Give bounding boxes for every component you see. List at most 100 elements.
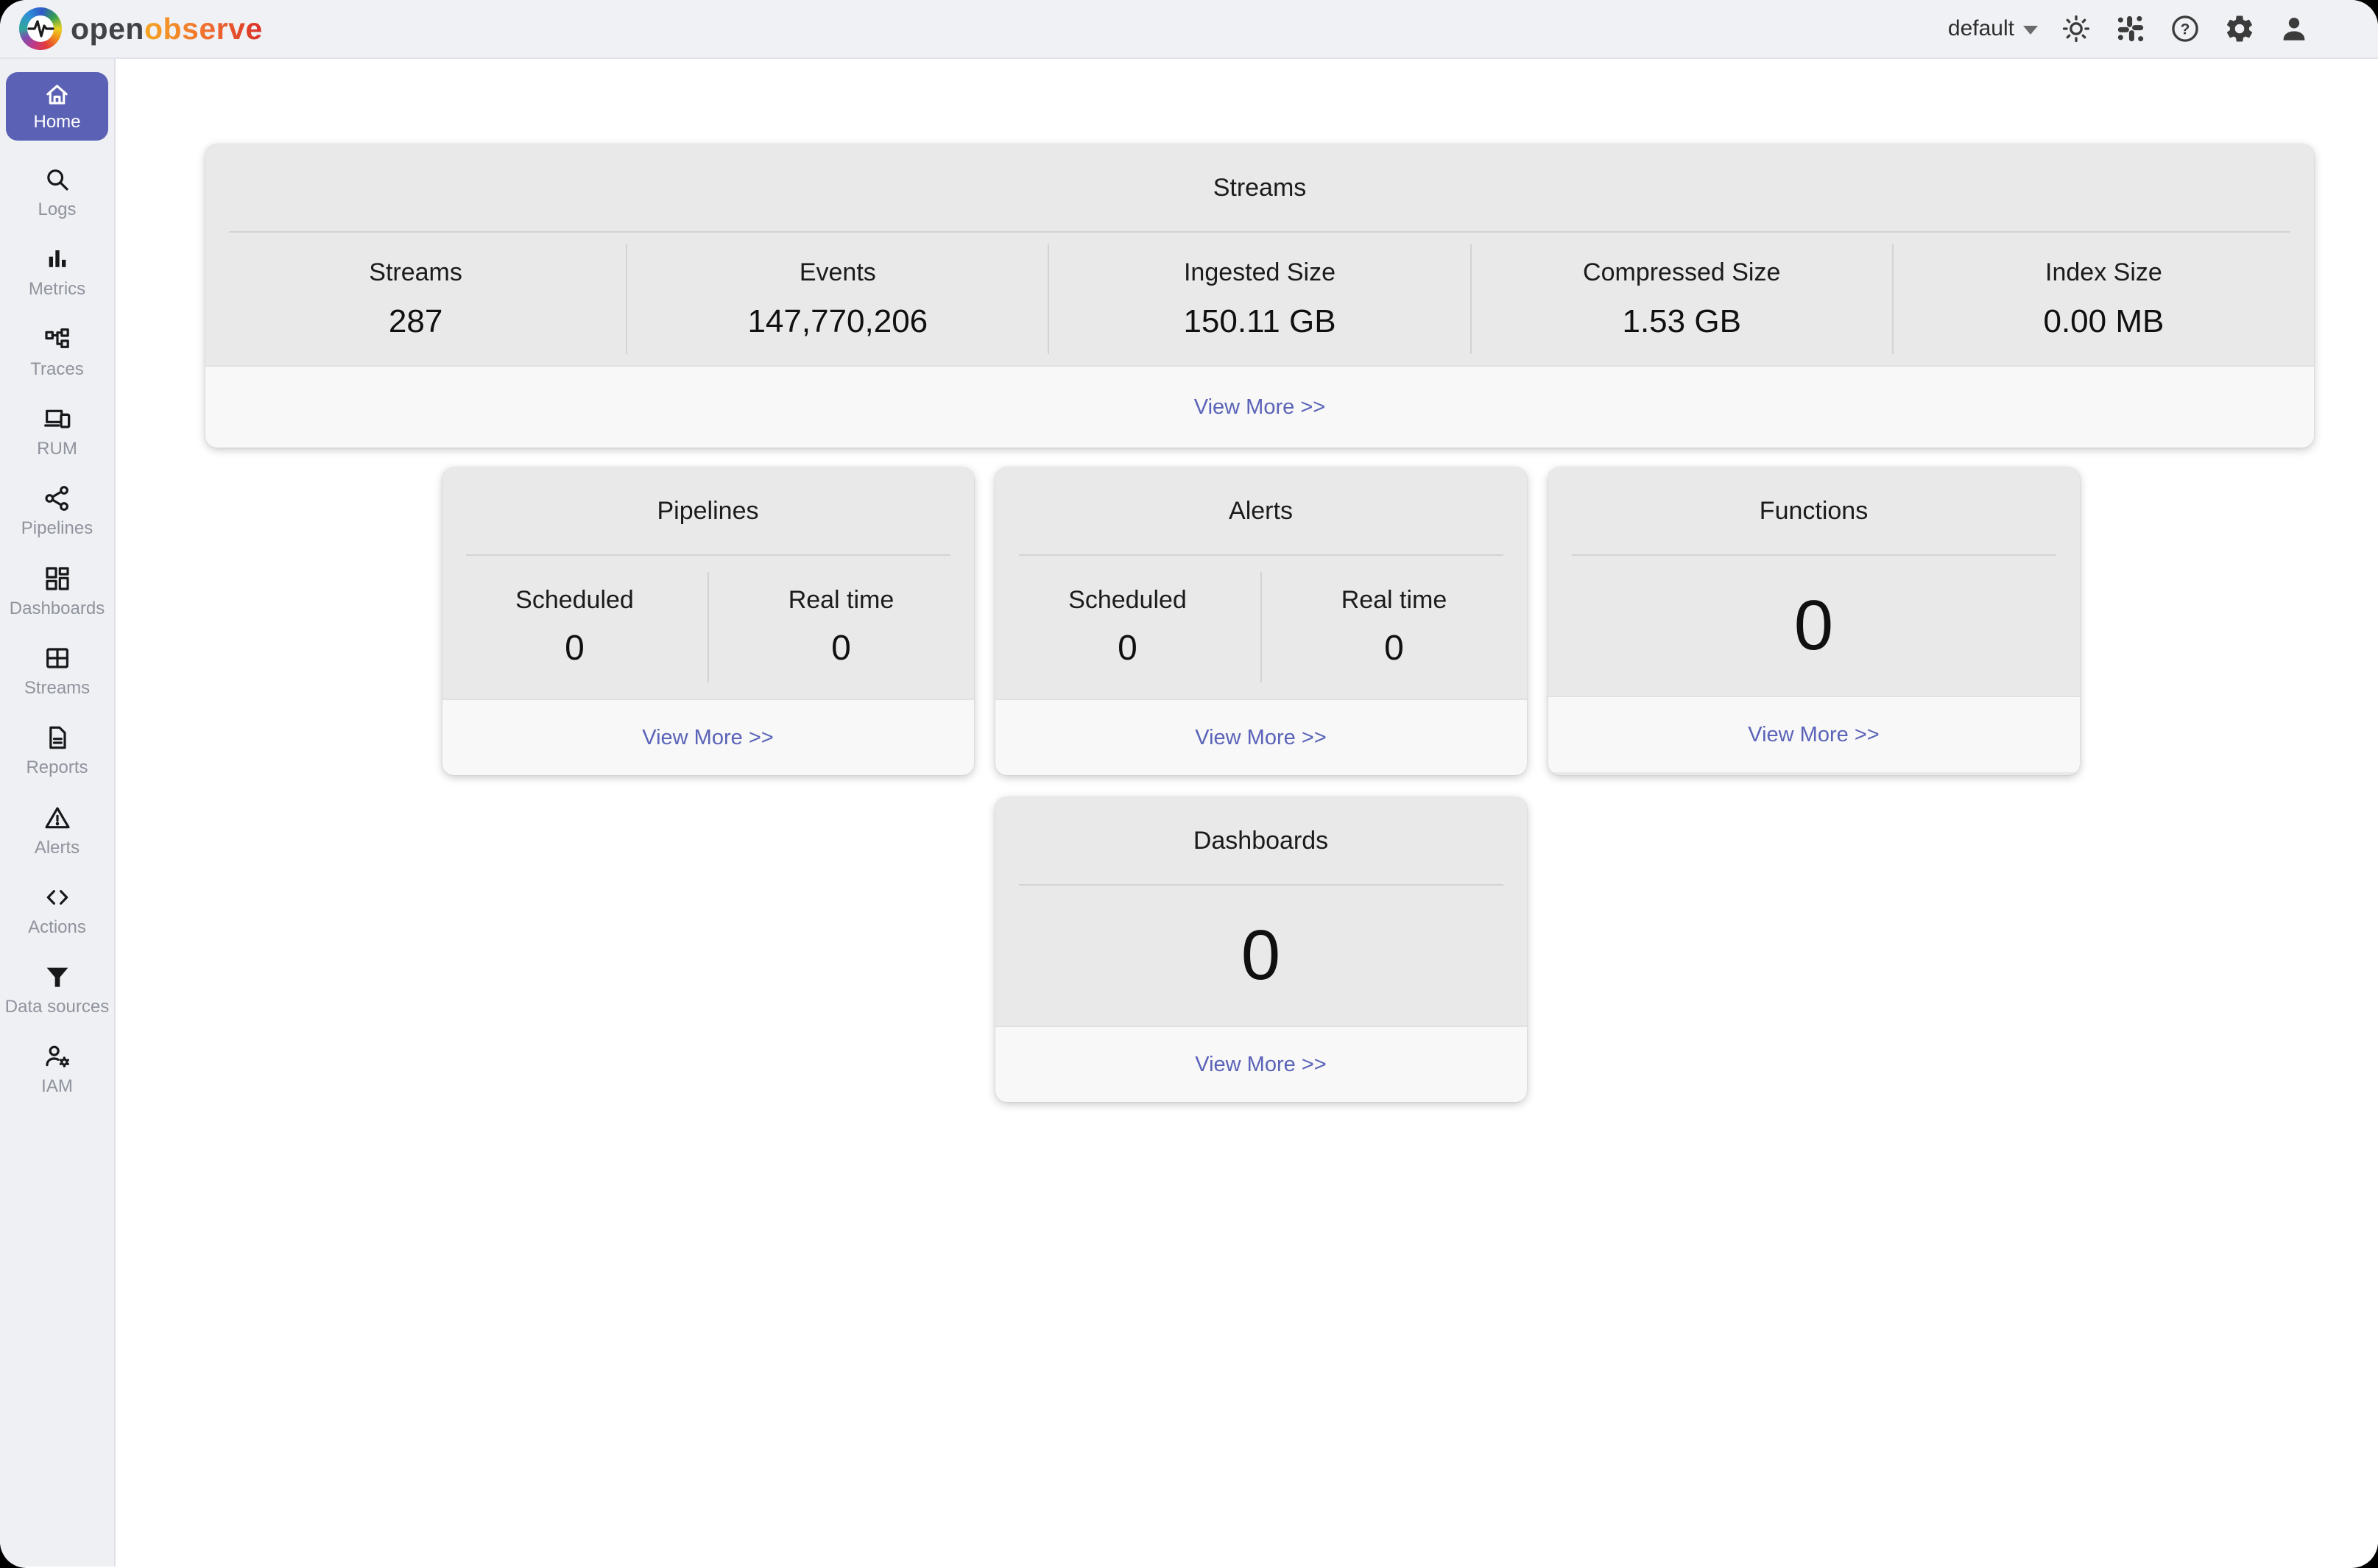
streams-view-more-link[interactable]: View More >> [1194, 395, 1325, 420]
stat-value: 150.11 GB [1183, 303, 1336, 340]
sidebar-item-label: Logs [38, 199, 76, 220]
sidebar-item-label: Streams [24, 678, 90, 699]
card-title: Pipelines [442, 467, 974, 554]
stat-compressed-size: Compressed Size 1.53 GB [1472, 233, 1892, 365]
sidebar-item-pipelines[interactable]: Pipelines [0, 484, 114, 539]
stat-scheduled: Scheduled 0 [995, 556, 1260, 699]
pipelines-stats: Scheduled 0 Real time 0 [442, 556, 974, 699]
organization-selector[interactable]: default [1948, 16, 2038, 41]
user-gear-icon [43, 1042, 72, 1071]
stat-label: Streams [369, 258, 462, 287]
document-icon [43, 723, 72, 752]
stat-value: 0 [1118, 628, 1137, 668]
topbar-actions: default ? [1948, 13, 2310, 45]
stat-label: Index Size [2045, 258, 2162, 287]
share-icon [43, 484, 72, 513]
alerts-stats: Scheduled 0 Real time 0 [995, 556, 1527, 699]
card-footer: View More >> [205, 365, 2314, 448]
user-icon[interactable] [2278, 13, 2310, 45]
sidebar-item-label: Alerts [35, 838, 80, 858]
card-title: Functions [1548, 467, 2080, 554]
sidebar-item-label: Traces [30, 359, 83, 380]
brand-observe: observe [144, 12, 263, 46]
brand-open: open [71, 12, 144, 46]
filter-funnel-icon [43, 962, 72, 992]
stat-real-time: Real time 0 [709, 556, 974, 699]
sidebar-item-rum[interactable]: RUM [0, 404, 114, 459]
sidebar-item-home[interactable]: Home [6, 72, 108, 141]
sidebar-item-label: Metrics [29, 279, 85, 300]
openobserve-logo[interactable]: openobserve [19, 7, 263, 50]
top-bar: openobserve default ? [0, 0, 2378, 59]
sidebar-nav: Home Logs Metrics Traces RUM Pipelines [0, 59, 116, 1567]
card-title: Streams [205, 144, 2314, 231]
card-footer: View More >> [995, 1025, 1527, 1102]
sidebar-item-streams[interactable]: Streams [0, 643, 114, 699]
stat-label: Real time [1341, 586, 1447, 615]
alerts-view-more-link[interactable]: View More >> [1195, 726, 1326, 750]
slack-icon[interactable] [2114, 13, 2147, 45]
stat-value: 0 [565, 628, 585, 668]
code-brackets-icon [43, 883, 72, 912]
streams-stats-row: Streams 287 Events 147,770,206 Ingested … [205, 233, 2314, 365]
stat-value: 287 [389, 303, 442, 340]
pipelines-summary-card: Pipelines Scheduled 0 Real time 0 [442, 467, 974, 775]
sidebar-item-data-sources[interactable]: Data sources [0, 962, 114, 1017]
stat-value: 0 [1384, 628, 1404, 668]
sidebar-item-label: Dashboards [10, 598, 105, 619]
pipelines-view-more-link[interactable]: View More >> [642, 726, 773, 750]
chevron-down-icon [2023, 26, 2038, 35]
stat-ingested-size: Ingested Size 150.11 GB [1049, 233, 1470, 365]
stat-scheduled: Scheduled 0 [442, 556, 708, 699]
sidebar-item-label: Data sources [5, 997, 109, 1017]
main-area: Home Logs Metrics Traces RUM Pipelines [0, 59, 2378, 1567]
sidebar-item-iam[interactable]: IAM [0, 1042, 114, 1097]
card-footer: View More >> [995, 699, 1527, 775]
stat-label: Scheduled [1068, 586, 1187, 615]
stat-real-time: Real time 0 [1262, 556, 1527, 699]
sidebar-item-reports[interactable]: Reports [0, 723, 114, 778]
sidebar-item-actions[interactable]: Actions [0, 883, 114, 938]
streams-summary-card: Streams Streams 287 Events 147,770,206 I… [205, 144, 2314, 448]
svg-text:?: ? [2181, 21, 2190, 38]
home-content: Streams Streams 287 Events 147,770,206 I… [116, 59, 2378, 1567]
help-icon[interactable]: ? [2169, 13, 2201, 45]
card-title: Alerts [995, 467, 1527, 554]
warning-triangle-icon [43, 803, 72, 833]
sidebar-item-label: Actions [28, 917, 86, 938]
dashboards-view-more-link[interactable]: View More >> [1195, 1053, 1326, 1077]
functions-count: 0 [1548, 556, 2080, 696]
sidebar-item-label: Reports [26, 757, 88, 778]
stat-value: 0.00 MB [2043, 303, 2164, 340]
stat-label: Events [800, 258, 876, 287]
alerts-summary-card: Alerts Scheduled 0 Real time 0 [995, 467, 1527, 775]
stat-streams: Streams 287 [205, 233, 626, 365]
card-title: Dashboards [995, 797, 1527, 884]
settings-gear-icon[interactable] [2223, 13, 2256, 45]
stat-value: 0 [831, 628, 851, 668]
summary-cards-row: Pipelines Scheduled 0 Real time 0 [130, 467, 2378, 775]
heartbeat-icon [19, 7, 62, 50]
card-footer: View More >> [442, 699, 974, 775]
stat-label: Scheduled [515, 586, 634, 615]
stat-index-size: Index Size 0.00 MB [1894, 233, 2314, 365]
sidebar-item-logs[interactable]: Logs [0, 165, 114, 220]
card-footer: View More >> [1548, 696, 2080, 772]
bar-chart-icon [43, 244, 72, 274]
sidebar-item-dashboards[interactable]: Dashboards [0, 564, 114, 619]
sidebar-item-metrics[interactable]: Metrics [0, 244, 114, 300]
dashboards-count: 0 [995, 886, 1527, 1025]
stat-label: Real time [788, 586, 895, 615]
sidebar-item-alerts[interactable]: Alerts [0, 803, 114, 858]
devices-icon [43, 404, 72, 434]
theme-light-icon[interactable] [2060, 13, 2092, 45]
sidebar-item-traces[interactable]: Traces [0, 325, 114, 380]
organization-selector-value: default [1948, 16, 2014, 41]
table-grid-icon [43, 643, 72, 673]
stat-value: 147,770,206 [747, 303, 928, 340]
sidebar-item-label: Home [33, 112, 80, 133]
sidebar-item-label: IAM [41, 1076, 73, 1097]
functions-view-more-link[interactable]: View More >> [1748, 723, 1879, 747]
functions-summary-card: Functions 0 View More >> [1548, 467, 2080, 775]
brand-text: openobserve [71, 14, 263, 44]
